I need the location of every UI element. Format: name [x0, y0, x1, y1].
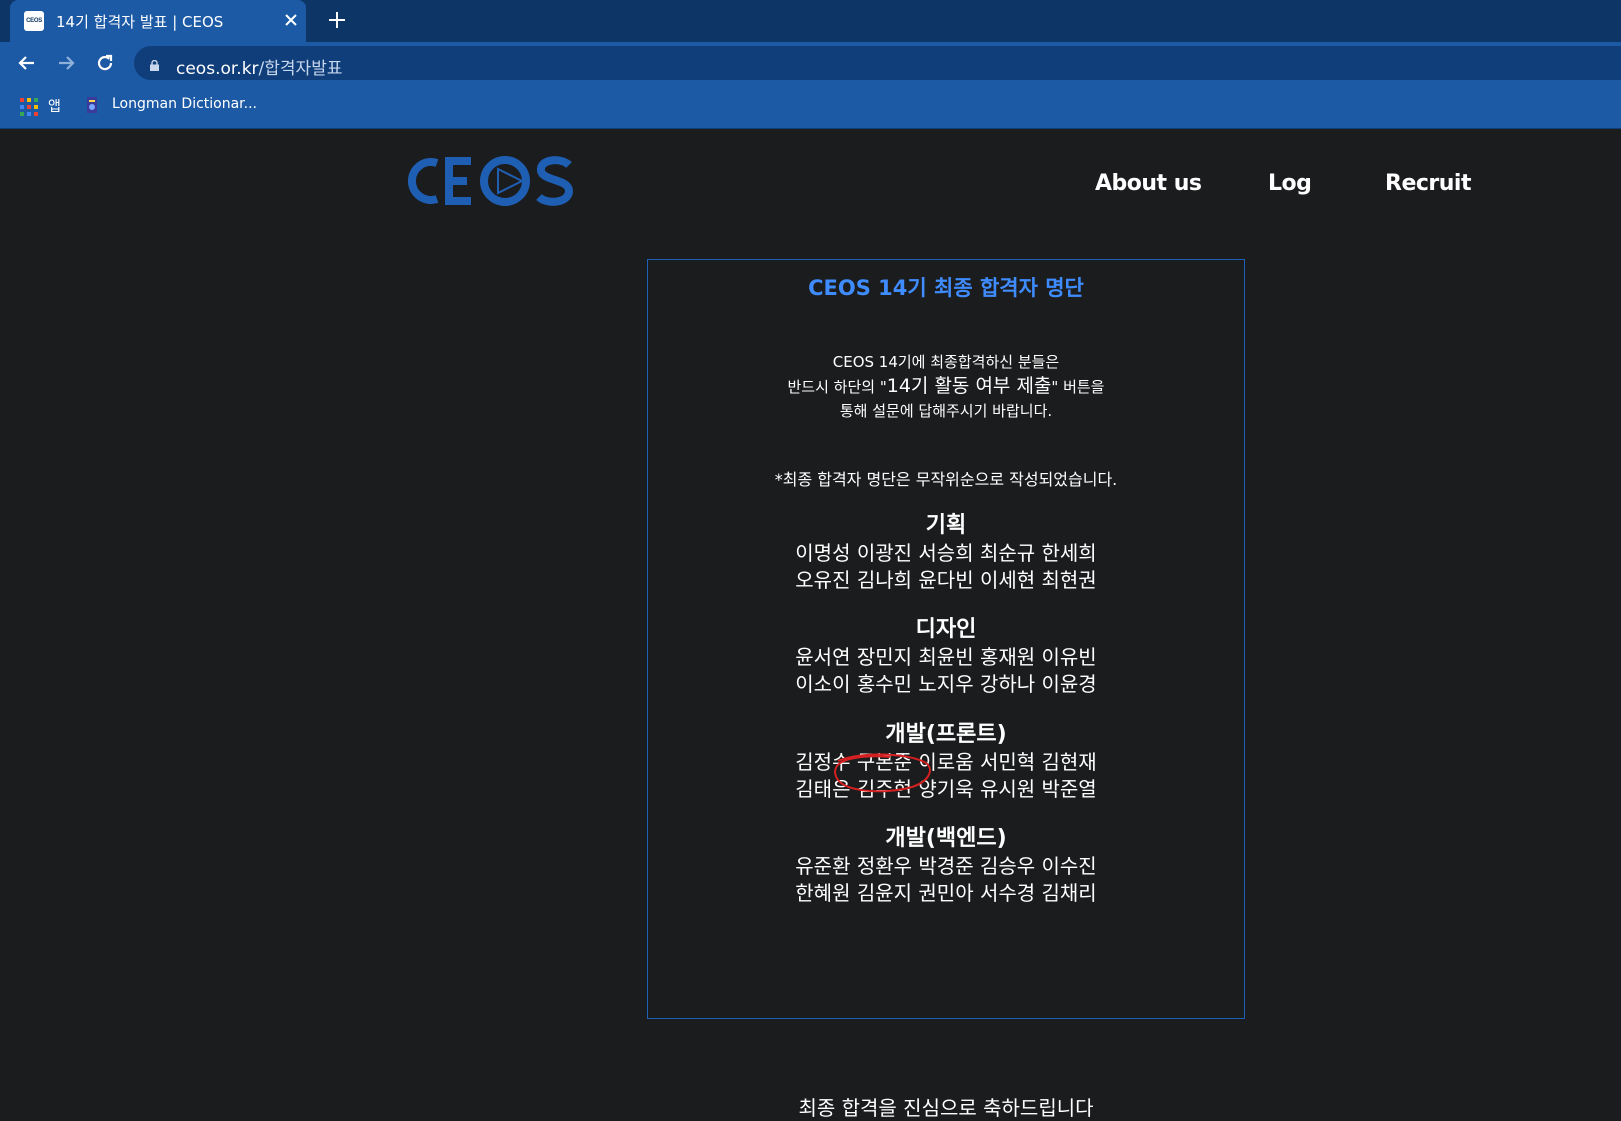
section-title: 디자인 [915, 617, 977, 642]
name-line: 김정수 구본준 이로움 서민혁 김현재 [795, 750, 1097, 774]
apps-grid-icon[interactable] [20, 98, 38, 116]
arrow-left-icon[interactable] [14, 50, 40, 76]
random-order-note: *최종 합격자 명단은 무작위순으로 작성되었습니다. [774, 470, 1118, 489]
section-title: 기획 [925, 513, 967, 538]
announcement-title: CEOS 14기 최종 합격자 명단 [808, 276, 1084, 300]
name-line: 한혜원 김윤지 권민아 서수경 김채리 [795, 881, 1097, 905]
close-icon[interactable] [280, 9, 302, 31]
bookmarks-bar: 앱 Longman Dictionar... [0, 84, 1621, 129]
section-frontend: 개발(프론트) 김정수 구본준 이로움 서민혁 김현재 김태은 김주현 양기욱 … [648, 721, 1244, 803]
section-title: 개발(백엔드) [885, 826, 1007, 851]
nav-recruit[interactable]: Recruit [1385, 171, 1471, 196]
congratulations-text: 최종 합격을 진심으로 축하드립니다 [798, 1096, 1094, 1120]
dictionary-icon[interactable] [84, 96, 100, 114]
intro-line-1: CEOS 14기에 최종합격하신 분들은 [832, 353, 1060, 371]
intro-line-2: 반드시 하단의 "14기 활동 여부 제출" 버튼을 [648, 374, 1244, 399]
nav-log[interactable]: Log [1268, 171, 1312, 196]
ceos-logo[interactable] [401, 153, 581, 209]
ceos-favicon-icon: CEOS [24, 11, 44, 31]
announcement-card: CEOS 14기 최종 합격자 명단 CEOS 14기에 최종합격하신 분들은 … [647, 259, 1245, 1120]
nav-about-us[interactable]: About us [1095, 171, 1202, 196]
arrow-right-icon[interactable] [53, 50, 79, 76]
plus-icon[interactable] [324, 7, 350, 33]
lock-icon [150, 56, 159, 71]
intro-line-2-start: 반드시 하단의 " [787, 378, 887, 396]
intro-line-3: 통해 설문에 답해주시기 바랍니다. [839, 402, 1053, 420]
reload-icon[interactable] [92, 50, 118, 76]
intro-line-2-end: " 버튼을 [1051, 378, 1105, 396]
bookmark-longman-label[interactable]: Longman Dictionar... [112, 96, 257, 112]
browser-tab-strip: CEOS 14기 합격자 발표 | CEOS [0, 0, 1621, 42]
url-text: ceos.or.kr/합격자발표 [176, 54, 342, 79]
name-line: 이소이 홍수민 노지우 강하나 이윤경 [795, 672, 1097, 696]
browser-tab-active[interactable]: CEOS 14기 합격자 발표 | CEOS [10, 0, 306, 42]
url-host: ceos.or.kr [176, 59, 259, 79]
bookmark-apps-label[interactable]: 앱 [48, 96, 61, 116]
section-planning: 기획 이명성 이광진 서승희 최순규 한세희 오유진 김나희 윤다빈 이세현 최… [648, 512, 1244, 594]
tab-title: 14기 합격자 발표 | CEOS [56, 13, 224, 31]
name-line: 유준환 정환우 박경준 김승우 이수진 [795, 854, 1097, 878]
section-backend: 개발(백엔드) 유준환 정환우 박경준 김승우 이수진 한혜원 김윤지 권민아 … [648, 825, 1244, 907]
name-line: 김태은 김주현 양기욱 유시원 박준열 [795, 777, 1097, 801]
announcement-intro: CEOS 14기에 최종합격하신 분들은 반드시 하단의 "14기 활동 여부 … [648, 350, 1244, 423]
page-content: About us Log Recruit CEOS 14기 최종 합격자 명단 … [0, 129, 1621, 1120]
address-bar[interactable]: ceos.or.kr/합격자발표 [134, 46, 1621, 80]
intro-line-2-emphasis: 14기 활동 여부 제출 [886, 375, 1052, 397]
section-title: 개발(프론트) [885, 722, 1007, 747]
url-path: /합격자발표 [258, 59, 343, 79]
name-line: 이명성 이광진 서승희 최순규 한세희 [795, 541, 1097, 565]
browser-toolbar: ceos.or.kr/합격자발표 [0, 42, 1621, 84]
name-line: 윤서연 장민지 최윤빈 홍재원 이유빈 [795, 645, 1097, 669]
name-line: 오유진 김나희 윤다빈 이세현 최현권 [795, 568, 1097, 592]
section-design: 디자인 윤서연 장민지 최윤빈 홍재원 이유빈 이소이 홍수민 노지우 강하나 … [648, 616, 1244, 698]
